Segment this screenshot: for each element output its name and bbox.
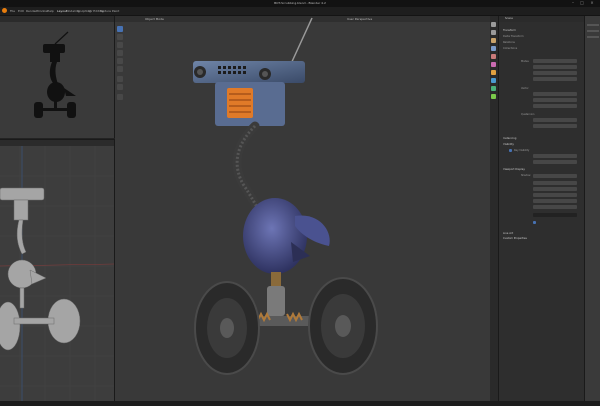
tab-texture-paint[interactable]: Texture Paint	[100, 9, 119, 13]
side-panel-row[interactable]	[587, 36, 599, 38]
main-3d-viewport[interactable]: Object Mode User Perspective	[115, 16, 490, 401]
minimize-icon[interactable]: –	[571, 1, 575, 5]
section-delta-transform[interactable]: Delta Transform	[503, 35, 524, 38]
silhouette-viewport[interactable]	[0, 16, 115, 138]
menu-help[interactable]: Help	[47, 9, 54, 13]
location-x-field[interactable]	[533, 65, 577, 69]
display-all-edges-field[interactable]	[533, 205, 577, 209]
physics-tab-icon[interactable]	[491, 86, 496, 91]
mode-label: Modes	[521, 60, 529, 63]
output-tab-icon[interactable]	[491, 38, 496, 43]
display-color-field[interactable]	[533, 181, 577, 185]
rotation-y-field[interactable]	[533, 104, 577, 108]
section-line-art[interactable]: Line Art	[503, 232, 513, 235]
holdout-field[interactable]	[533, 160, 577, 164]
modifier-tab-icon[interactable]	[491, 78, 496, 83]
close-icon[interactable]: ×	[590, 1, 594, 5]
tool-tab-icon[interactable]	[491, 22, 496, 27]
silhouette-image	[34, 31, 76, 118]
status-bar	[0, 401, 600, 406]
window-title: BOT-Scrubbing.blend - Blender 4.2	[274, 1, 326, 5]
section-collections[interactable]: Collections	[503, 47, 517, 50]
display-color-swatch[interactable]	[533, 213, 577, 217]
mode-dropdown[interactable]	[533, 59, 577, 63]
shadow-label: Shadow	[521, 174, 531, 177]
quaternion-label: Quaternion	[521, 113, 535, 116]
ray-visibility-checkbox[interactable]	[509, 149, 512, 152]
display-as-dropdown[interactable]	[533, 174, 577, 178]
location-z-field[interactable]	[533, 77, 577, 81]
menu-edit[interactable]: Edit	[18, 9, 24, 13]
blender-logo-icon[interactable]	[2, 8, 7, 13]
vector-label: Vector	[521, 87, 529, 90]
properties-tab-label: Scene	[505, 17, 513, 20]
location-y-field[interactable]	[533, 71, 577, 75]
object-tab-icon[interactable]	[491, 70, 496, 75]
constraints-tab-icon[interactable]	[491, 94, 496, 99]
display-wire-field[interactable]	[533, 199, 577, 203]
scene-tab-icon[interactable]	[491, 54, 496, 59]
maximize-icon[interactable]: □	[580, 1, 584, 5]
section-viewport-display[interactable]: Viewport Display	[503, 168, 525, 171]
section-visibility[interactable]: Visibility	[503, 143, 514, 146]
ray-visibility-label: Ray Visibility	[514, 149, 530, 152]
properties-tab-strip	[490, 16, 498, 401]
section-relations[interactable]: Relations	[503, 41, 515, 44]
side-panel-row[interactable]	[587, 24, 599, 26]
side-panel	[584, 16, 600, 401]
display-texture-space-field[interactable]	[533, 193, 577, 197]
robot-render	[193, 17, 378, 375]
section-instancing[interactable]: Instancing	[503, 137, 516, 140]
side-panel-row[interactable]	[587, 30, 599, 32]
section-transform[interactable]: Transform	[503, 29, 516, 32]
menu-file[interactable]: File	[10, 9, 15, 13]
shadow-mode-field[interactable]	[533, 154, 577, 158]
rotation-w-field[interactable]	[533, 92, 577, 96]
clay-viewport[interactable]	[0, 139, 115, 402]
view-layer-tab-icon[interactable]	[491, 46, 496, 51]
clay-grid-and-model	[0, 146, 114, 402]
properties-panel: Scene Transform Delta Transform Relation…	[498, 16, 585, 401]
rotation-x-field[interactable]	[533, 98, 577, 102]
section-custom-properties[interactable]: Custom Properties	[503, 237, 527, 240]
display-bounds-field[interactable]	[533, 187, 577, 191]
scale-y-field[interactable]	[533, 124, 577, 128]
world-tab-icon[interactable]	[491, 62, 496, 67]
scale-x-field[interactable]	[533, 118, 577, 122]
in-front-checkbox[interactable]	[533, 221, 536, 224]
render-tab-icon[interactable]	[491, 30, 496, 35]
